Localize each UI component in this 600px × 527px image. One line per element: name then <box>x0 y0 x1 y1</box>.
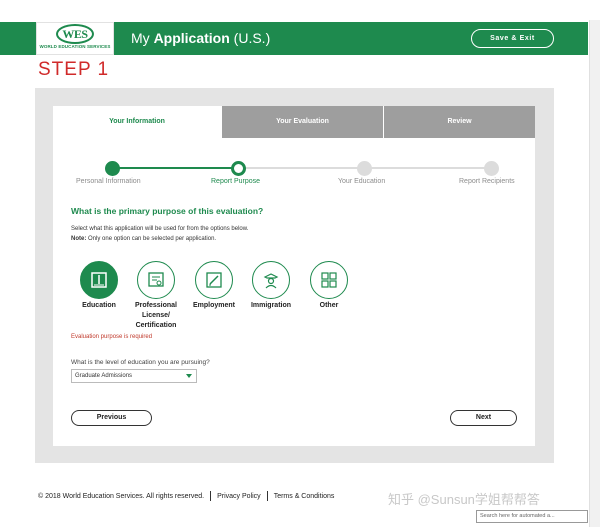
education-level-select[interactable]: Graduate Admissions <box>71 369 197 383</box>
note-text: Only one option can be selected per appl… <box>86 236 217 242</box>
logo-mark: WES <box>56 24 94 44</box>
option-education[interactable] <box>80 261 118 299</box>
option-employment-label[interactable]: Employment <box>184 301 244 311</box>
step-label: STEP 1 <box>38 59 110 80</box>
footer-divider <box>210 491 212 501</box>
terms-conditions-link[interactable]: Terms & Conditions <box>274 493 335 500</box>
privacy-policy-link[interactable]: Privacy Policy <box>217 493 261 500</box>
option-education-label[interactable]: Education <box>69 301 129 311</box>
step-label-your-education: Your Education <box>338 178 386 185</box>
previous-button[interactable]: Previous <box>71 410 152 426</box>
save-exit-button[interactable]: Save & Exit <box>471 29 554 48</box>
step-label-personal-information: Personal Information <box>76 178 141 185</box>
purpose-instruction: Select what this application will be use… <box>71 226 249 232</box>
title-bold: Application <box>153 30 230 46</box>
officer-icon <box>263 273 279 289</box>
education-level-question: What is the level of education you are p… <box>71 359 210 366</box>
book-icon <box>91 272 107 288</box>
footer-divider <box>266 491 268 501</box>
option-immigration[interactable] <box>252 261 290 299</box>
copyright-text: © 2018 World Education Services. All rig… <box>38 492 205 500</box>
wes-logo[interactable]: WES WORLD EDUCATION SERVICES <box>36 22 114 55</box>
option-immigration-label[interactable]: Immigration <box>241 301 301 311</box>
grid-icon <box>321 272 337 288</box>
option-professional-license[interactable] <box>137 261 175 299</box>
top-strip <box>0 0 600 20</box>
purpose-note: Note: Only one option can be selected pe… <box>71 236 216 242</box>
tab-review[interactable]: Review <box>384 106 535 138</box>
scrollbar[interactable] <box>589 20 600 527</box>
page: WES WORLD EDUCATION SERVICES My Applicat… <box>0 0 600 527</box>
footer: © 2018 World Education Services. All rig… <box>38 491 334 501</box>
title-suffix: (U.S.) <box>229 30 271 46</box>
option-other[interactable] <box>310 261 348 299</box>
watermark: 知乎 @Sunsun学姐帮帮答 <box>388 492 540 507</box>
option-other-label[interactable]: Other <box>299 301 359 311</box>
step-dot-personal-information <box>105 161 120 176</box>
step-label-report-recipients: Report Recipients <box>459 178 515 185</box>
logo-subtext: WORLD EDUCATION SERVICES <box>39 44 111 49</box>
purpose-error-message: Evaluation purpose is required <box>71 334 153 340</box>
progress-fill <box>112 167 238 169</box>
step-dot-report-purpose <box>231 161 246 176</box>
option-professional-license-label[interactable]: Professional License/ Certification <box>126 301 186 331</box>
form-card <box>53 106 535 446</box>
next-button[interactable]: Next <box>450 410 517 426</box>
step-dot-report-recipients <box>484 161 499 176</box>
page-title: My Application (U.S.) <box>131 30 270 46</box>
note-bold: Note: <box>71 236 87 242</box>
certificate-icon <box>148 272 164 287</box>
tab-your-evaluation[interactable]: Your Evaluation <box>222 106 383 138</box>
step-label-report-purpose: Report Purpose <box>211 178 261 185</box>
search-input[interactable]: Search here for automated a... <box>476 510 588 523</box>
option-employment[interactable] <box>195 261 233 299</box>
title-prefix: My <box>131 30 154 46</box>
purpose-question: What is the primary purpose of this eval… <box>71 206 264 216</box>
chevron-down-icon <box>186 374 192 378</box>
tab-your-information[interactable]: Your Information <box>53 106 221 138</box>
education-level-value: Graduate Admissions <box>75 373 133 379</box>
pencil-icon <box>206 272 222 288</box>
step-dot-your-education <box>357 161 372 176</box>
